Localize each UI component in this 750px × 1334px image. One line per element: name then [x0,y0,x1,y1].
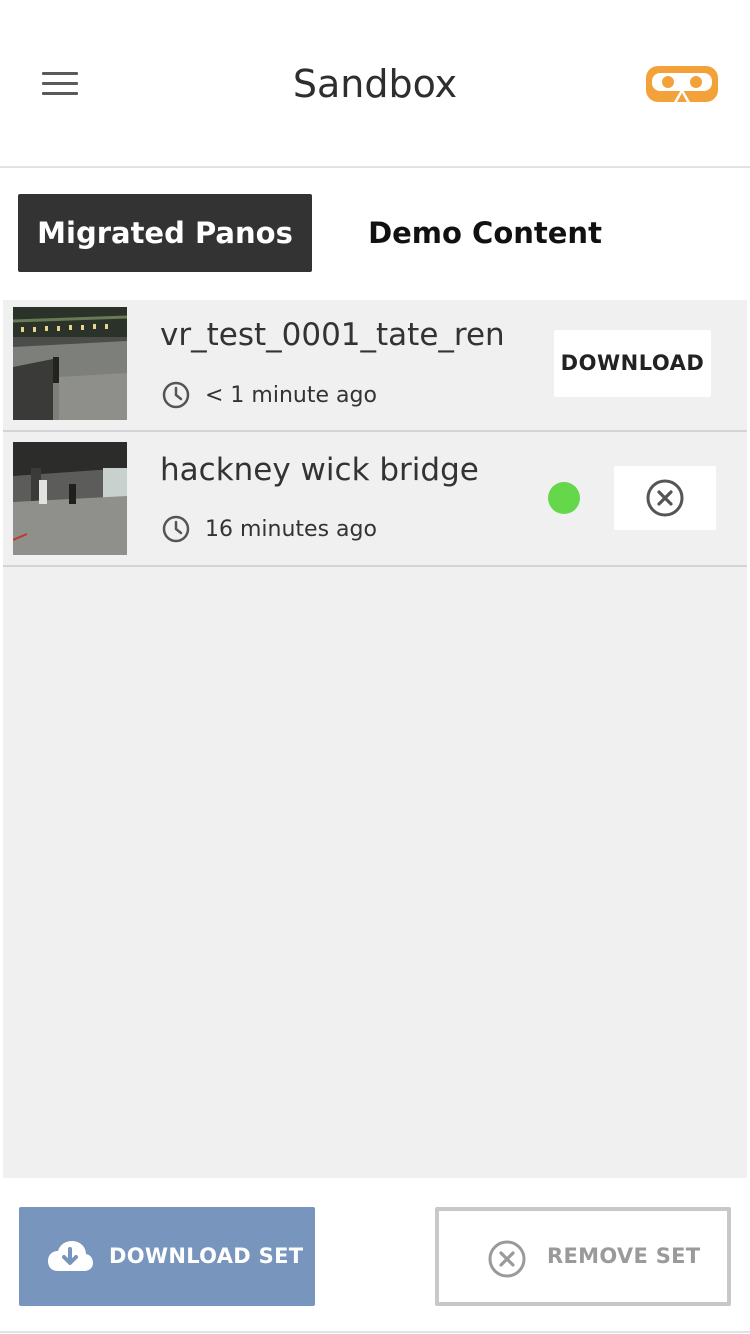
pano-timestamp: < 1 minute ago [205,383,377,408]
clock-icon [162,381,190,409]
pano-thumbnail [13,307,127,420]
clock-icon [162,515,190,543]
tab-migrated-panos[interactable]: Migrated Panos [18,194,312,272]
remove-circle-icon [646,479,684,517]
divider [0,1331,750,1333]
remove-pano-button[interactable] [614,466,716,530]
downloaded-status-dot [548,482,580,514]
pano-timestamp: 16 minutes ago [205,517,377,542]
remove-circle-icon [488,1240,526,1278]
tab-bar: Migrated Panos Demo Content [0,168,750,298]
vr-headset-icon[interactable] [644,64,720,104]
app-header: Sandbox [0,0,750,168]
list-item[interactable]: vr_test_0001_tate_ren < 1 minute ago DOW… [3,300,747,432]
pano-list: vr_test_0001_tate_ren < 1 minute ago DOW… [3,300,747,1178]
tab-demo-content[interactable]: Demo Content [330,194,640,272]
download-button[interactable]: DOWNLOAD [554,330,711,397]
page-title: Sandbox [292,62,458,106]
pano-thumbnail [13,442,127,555]
download-set-label: DOWNLOAD SET [109,1244,304,1268]
remove-set-button[interactable]: REMOVE SET [435,1207,731,1306]
pano-title: hackney wick bridge [160,452,479,488]
cloud-download-icon [48,1241,93,1271]
download-set-button[interactable]: DOWNLOAD SET [19,1207,315,1306]
remove-set-label: REMOVE SET [547,1244,701,1268]
pano-title: vr_test_0001_tate_ren [160,317,505,353]
